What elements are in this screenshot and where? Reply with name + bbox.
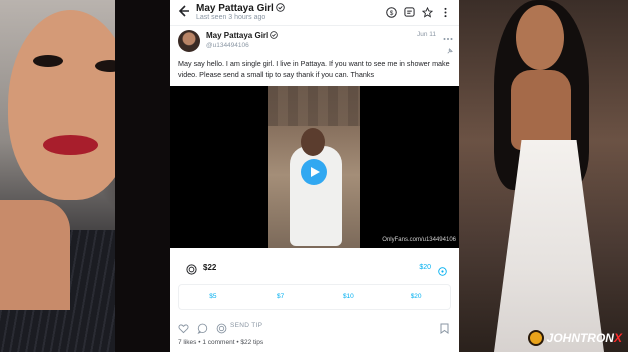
- comment-icon[interactable]: [197, 321, 208, 334]
- brand-name: JOHNTRONX: [547, 331, 622, 345]
- tip-amount: $22: [203, 263, 217, 272]
- avatar[interactable]: [178, 30, 200, 52]
- video-person-head: [301, 128, 325, 156]
- dollar-icon[interactable]: $: [386, 5, 397, 18]
- post-actions: SEND TIP: [170, 318, 459, 334]
- tip-option-button[interactable]: $20: [382, 285, 450, 309]
- left-photo-eye: [33, 55, 63, 67]
- left-photo-lips: [43, 135, 98, 155]
- post-panel: May Pattaya Girl Last seen 3 hours ago $…: [170, 0, 459, 352]
- verified-icon: [270, 31, 279, 41]
- brand-name-x: X: [613, 331, 622, 345]
- tip-option-button[interactable]: $5: [179, 285, 247, 309]
- tip-option-button[interactable]: $10: [315, 285, 383, 309]
- send-tip-button[interactable]: SEND TIP: [230, 322, 262, 329]
- left-photo-hair: [115, 0, 170, 352]
- message-icon[interactable]: [404, 5, 415, 17]
- tip-option-button[interactable]: $7: [247, 285, 315, 309]
- post-text: May say hello. I am single girl. I live …: [178, 59, 450, 79]
- svg-text:$: $: [390, 10, 394, 17]
- bookmark-icon[interactable]: [440, 321, 449, 334]
- info-icon[interactable]: [438, 263, 447, 276]
- brand-logo: JOHNTRONX: [527, 329, 622, 347]
- video-background: [268, 86, 360, 126]
- last-seen-status: Last seen 3 hours ago: [196, 14, 266, 21]
- comments-count[interactable]: 1 comment: [202, 339, 234, 346]
- left-photo: [0, 0, 170, 352]
- star-icon[interactable]: [421, 5, 434, 18]
- video-watermark: OnlyFans.com/u134494106: [382, 237, 456, 243]
- pin-icon: [446, 42, 453, 54]
- video-media[interactable]: OnlyFans.com/u134494106: [170, 86, 459, 248]
- likes-count[interactable]: 7 likes: [178, 339, 196, 346]
- tip-summary: $22 $20: [178, 258, 453, 278]
- brand-badge-icon: [527, 330, 544, 346]
- post-author: May Pattaya Girl @u134494106 Jun 11: [178, 30, 453, 54]
- coin-icon: [186, 262, 197, 275]
- right-photo: [459, 0, 628, 352]
- verified-icon: [276, 3, 285, 15]
- author-name[interactable]: May Pattaya Girl: [206, 31, 279, 41]
- tip-alt-amount[interactable]: $20: [419, 264, 431, 271]
- more-vertical-icon[interactable]: [440, 5, 451, 18]
- top-bar: May Pattaya Girl Last seen 3 hours ago $: [170, 0, 459, 26]
- author-handle[interactable]: @u134494106: [206, 42, 249, 49]
- composite-screenshot: May Pattaya Girl Last seen 3 hours ago $…: [0, 0, 628, 352]
- coin-icon[interactable]: [216, 321, 227, 334]
- heart-icon[interactable]: [178, 321, 189, 334]
- author-name-text: May Pattaya Girl: [206, 31, 269, 40]
- right-photo-torso: [511, 70, 571, 150]
- post-stats: 7 likes • 1 comment • $22 tips: [178, 339, 263, 346]
- top-bar-actions: $: [386, 5, 451, 18]
- right-photo-face: [516, 5, 564, 70]
- brand-name-main: JOHNTRON: [546, 331, 614, 345]
- more-horizontal-icon[interactable]: [443, 30, 453, 40]
- back-arrow-icon[interactable]: [176, 4, 190, 18]
- tip-options: $5 $7 $10 $20: [178, 284, 451, 310]
- left-photo-neck: [0, 200, 70, 310]
- page-title-text: May Pattaya Girl: [196, 3, 274, 14]
- play-button[interactable]: [301, 159, 327, 185]
- post-date: Jun 11: [416, 31, 436, 38]
- tips-count: $22 tips: [240, 339, 264, 346]
